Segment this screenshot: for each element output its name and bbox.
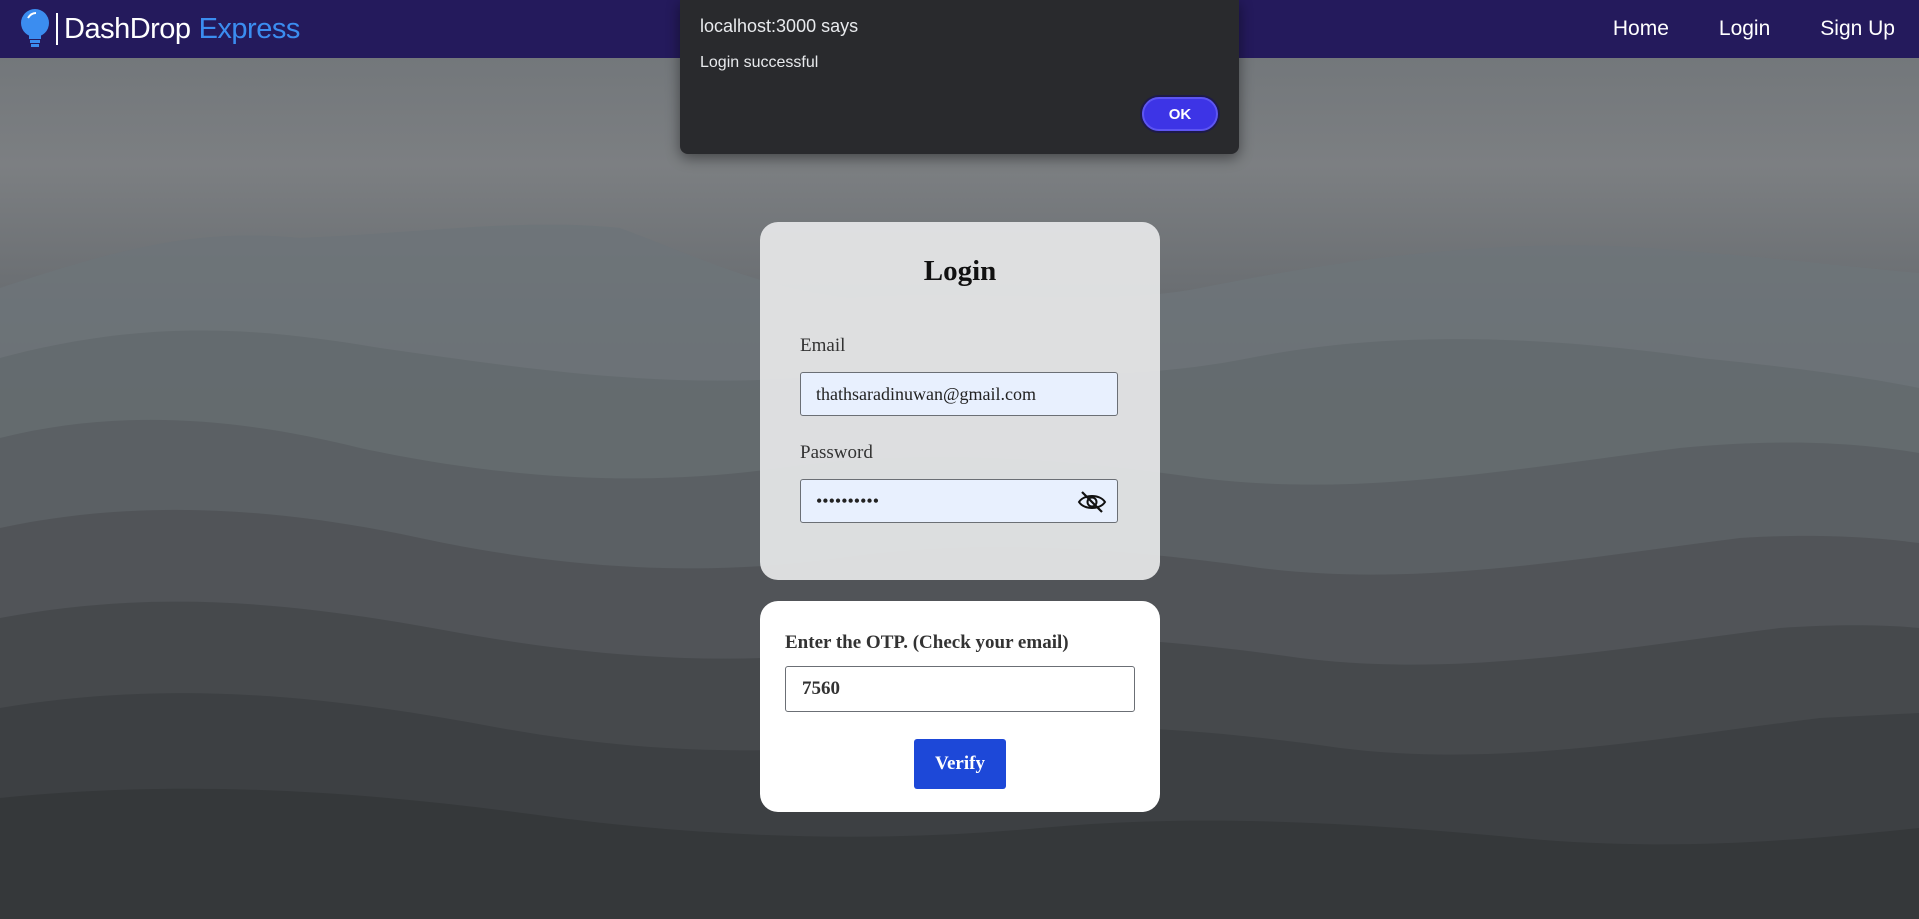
email-label: Email: [800, 335, 846, 356]
nav-login-link[interactable]: Login: [1719, 17, 1770, 41]
password-value: ••••••••••: [816, 490, 880, 511]
alert-dialog: localhost:3000 says Login successful OK: [680, 0, 1239, 154]
otp-card: Enter the OTP. (Check your email) 7560 V…: [760, 601, 1160, 812]
brand-divider: [56, 13, 58, 45]
alert-message: Login successful: [700, 54, 819, 71]
password-field[interactable]: ••••••••••: [800, 479, 1118, 523]
brand-name: DashDrop: [64, 12, 191, 45]
nav-links: Home Login Sign Up: [1563, 17, 1919, 41]
lightbulb-icon: [21, 9, 49, 47]
brand-accent: Express: [198, 12, 301, 45]
email-value: thathsaradinuwan@gmail.com: [816, 383, 1037, 404]
login-card: Login Email thathsaradinuwan@gmail.com P…: [760, 222, 1160, 580]
otp-value: 7560: [802, 678, 840, 699]
password-label: Password: [800, 442, 873, 463]
eye-slash-icon[interactable]: [1077, 489, 1107, 515]
nav-home-link[interactable]: Home: [1613, 17, 1669, 41]
email-field[interactable]: thathsaradinuwan@gmail.com: [800, 372, 1118, 416]
alert-title: localhost:3000 says: [700, 16, 859, 36]
brand-logo-link[interactable]: DashDrop Express: [0, 0, 300, 58]
otp-label: Enter the OTP. (Check your email): [785, 632, 1069, 653]
login-title: Login: [923, 255, 997, 287]
alert-ok-button[interactable]: OK: [1142, 97, 1218, 131]
nav-signup-link[interactable]: Sign Up: [1820, 17, 1895, 41]
verify-button[interactable]: Verify: [914, 739, 1006, 789]
otp-input[interactable]: 7560: [785, 666, 1135, 712]
